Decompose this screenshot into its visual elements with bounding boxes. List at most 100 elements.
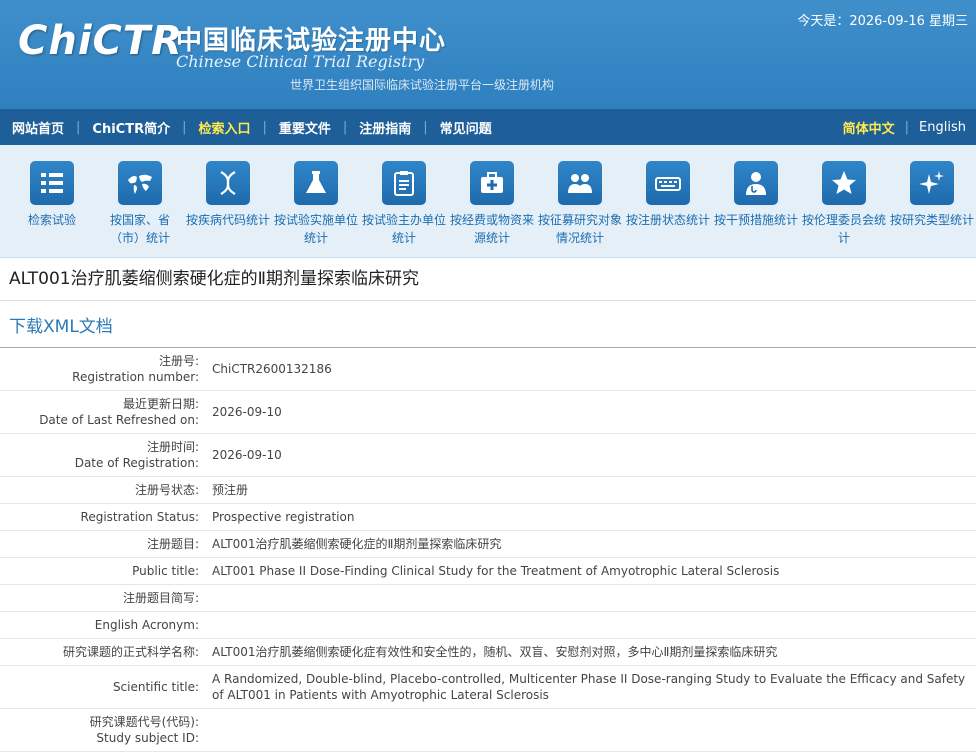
nav-home[interactable]: 网站首页	[0, 118, 76, 137]
nav-documents[interactable]: 重要文件	[267, 118, 343, 137]
label-primary: 注册题目简写:	[122, 591, 199, 605]
info-row-value: ChiCTR2600132186	[199, 348, 976, 391]
nav-guide[interactable]: 注册指南	[347, 118, 423, 137]
iconbar-label: 按试验实施单位统计	[274, 213, 359, 245]
star-icon	[822, 161, 866, 205]
doctor-icon	[734, 161, 778, 205]
info-row: 注册时间: Date of Registration: 2026-09-10	[0, 433, 976, 477]
iconbar-by-study-type[interactable]: 按研究类型统计	[888, 145, 976, 257]
label-primary: Public title:	[132, 564, 199, 578]
label-primary: 注册题目:	[146, 537, 199, 551]
info-row: 最近更新日期: Date of Last Refreshed on: 2026-09…	[0, 390, 976, 434]
info-row-label: 注册号: Registration number:	[0, 348, 199, 391]
label-secondary: Date of Last Refreshed on:	[39, 413, 199, 427]
iconbar-label: 按试验主办单位统计	[362, 213, 447, 245]
page-title: ALT001治疗肌萎缩侧索硬化症的Ⅱ期剂量探索临床研究	[0, 258, 976, 301]
info-row-value: ALT001治疗肌萎缩侧索硬化症的Ⅱ期剂量探索临床研究	[199, 530, 976, 558]
iconbar-label: 按伦理委员会统计	[802, 213, 887, 245]
iconbar-by-country[interactable]: 按国家、省（市）统计	[96, 145, 184, 257]
info-row-value: Prospective registration	[199, 503, 976, 531]
stats-icon-bar: 检索试验 按国家、省（市）统计 按疾病代码统计 按试验实施单位统计 按试验主办单…	[0, 145, 976, 258]
info-row: 注册号: Registration number: ChiCTR2600132186	[0, 348, 976, 391]
sparkle-icon	[910, 161, 954, 205]
chictr-logo[interactable]: ChiCTR	[18, 18, 183, 64]
info-row-value: 预注册	[199, 476, 976, 504]
iconbar-by-implementer[interactable]: 按试验实施单位统计	[272, 145, 360, 257]
nav-about[interactable]: ChiCTR简介	[80, 118, 182, 137]
label-secondary: Date of Registration:	[74, 456, 199, 470]
iconbar-by-funding[interactable]: 按经费或物资来源统计	[448, 145, 536, 257]
info-row-label: 注册题目简写:	[0, 584, 199, 612]
iconbar-by-recruitment[interactable]: 按征募研究对象情况统计	[536, 145, 624, 257]
brand-subtitle: 世界卫生组织国际临床试验注册平台一级注册机构	[290, 78, 555, 92]
keyboard-icon	[646, 161, 690, 205]
info-row-label: 注册号状态:	[0, 476, 199, 504]
info-row-value: ALT001治疗肌萎缩侧索硬化症有效性和安全性的，随机、双盲、安慰剂对照，多中心…	[199, 638, 976, 666]
iconbar-label: 按研究类型统计	[890, 213, 975, 227]
registration-info-table: 注册号: Registration number: ChiCTR2600132186…	[0, 348, 976, 752]
label-secondary: Study subject ID:	[96, 731, 199, 745]
label-primary: Scientific title:	[112, 680, 199, 694]
iconbar-label: 检索试验	[27, 213, 76, 227]
site-header: ChiCTR 中国临床试验注册中心 Chinese Clinical Trial…	[0, 0, 976, 109]
info-row: 研究课题的正式科学名称: ALT001治疗肌萎缩侧索硬化症有效性和安全性的，随机、…	[0, 638, 976, 666]
iconbar-label: 按征募研究对象情况统计	[538, 213, 623, 245]
info-row: 研究课题代号(代码): Study subject ID:	[0, 708, 976, 752]
info-row-label: 研究课题的正式科学名称:	[0, 638, 199, 666]
download-xml-link[interactable]: 下载XML文档	[0, 301, 976, 348]
info-row-value: 2026-09-10	[199, 433, 976, 477]
info-row-label: 最近更新日期: Date of Last Refreshed on:	[0, 390, 199, 434]
iconbar-by-status[interactable]: 按注册状态统计	[624, 145, 712, 257]
globe-icon	[118, 161, 162, 205]
today-date: 今天是：2026-09-16 星期三	[797, 14, 968, 29]
info-row-value: 2026-09-10	[199, 390, 976, 434]
iconbar-label: 按注册状态统计	[626, 213, 711, 227]
main-nav: 网站首页 | ChiCTR简介 | 检索入口 | 重要文件 | 注册指南 | 常…	[0, 109, 976, 145]
nav-search[interactable]: 检索入口	[186, 118, 262, 137]
info-row: Scientific title: A Randomized, Double-bl…	[0, 665, 976, 709]
info-row-label: 注册题目:	[0, 530, 199, 558]
iconbar-label: 按疾病代码统计	[186, 213, 271, 227]
medkit-icon	[470, 161, 514, 205]
label-secondary: Registration number:	[72, 370, 199, 384]
label-primary: English Acronym:	[94, 618, 199, 632]
label-primary: 研究课题代号(代码):	[89, 715, 199, 729]
iconbar-by-ethics[interactable]: 按伦理委员会统计	[800, 145, 888, 257]
iconbar-by-sponsor[interactable]: 按试验主办单位统计	[360, 145, 448, 257]
info-row-value: A Randomized, Double-blind, Placebo-cont…	[199, 665, 976, 709]
clipboard-icon	[382, 161, 426, 205]
iconbar-label: 按经费或物资来源统计	[450, 213, 535, 245]
label-primary: 注册号:	[158, 354, 199, 368]
info-row: Public title: ALT001 Phase II Dose-Findin…	[0, 557, 976, 585]
info-row: 注册题目: ALT001治疗肌萎缩侧索硬化症的Ⅱ期剂量探索临床研究	[0, 530, 976, 558]
nav-faq[interactable]: 常见问题	[428, 118, 504, 137]
info-row: 注册题目简写:	[0, 584, 976, 612]
label-primary: 注册时间:	[146, 440, 199, 454]
lang-chinese[interactable]: 简体中文	[833, 118, 905, 137]
info-row-label: Registration Status:	[0, 503, 199, 531]
iconbar-label: 按国家、省（市）统计	[109, 213, 170, 245]
info-row-value	[199, 584, 976, 612]
info-row: Registration Status: Prospective registra…	[0, 503, 976, 531]
info-row-label: Scientific title:	[0, 665, 199, 709]
iconbar-by-intervention[interactable]: 按干预措施统计	[712, 145, 800, 257]
label-primary: 最近更新日期:	[122, 397, 199, 411]
info-row-label: 研究课题代号(代码): Study subject ID:	[0, 708, 199, 752]
dna-icon	[206, 161, 250, 205]
info-row: English Acronym:	[0, 611, 976, 639]
info-row-value	[199, 708, 976, 752]
info-row-value	[199, 611, 976, 639]
info-row-label: Public title:	[0, 557, 199, 585]
iconbar-label: 按干预措施统计	[714, 213, 799, 227]
info-row: 注册号状态: 预注册	[0, 476, 976, 504]
info-row-value: ALT001 Phase II Dose-Finding Clinical St…	[199, 557, 976, 585]
flask-icon	[294, 161, 338, 205]
label-primary: 注册号状态:	[134, 483, 199, 497]
list-icon	[30, 161, 74, 205]
info-row-label: English Acronym:	[0, 611, 199, 639]
lang-english[interactable]: English	[909, 120, 976, 135]
iconbar-by-disease[interactable]: 按疾病代码统计	[184, 145, 272, 257]
label-primary: Registration Status:	[80, 510, 199, 524]
people-icon	[558, 161, 602, 205]
iconbar-search-trials[interactable]: 检索试验	[8, 145, 96, 257]
